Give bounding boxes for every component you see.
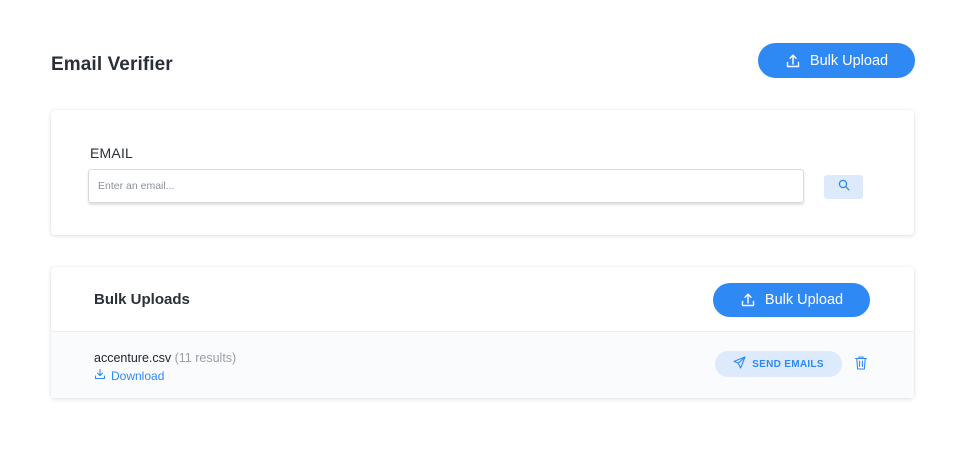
page-title: Email Verifier: [51, 54, 173, 75]
trash-icon: [854, 356, 868, 375]
file-info: accenture.csv (11 results): [94, 351, 236, 365]
search-button[interactable]: [824, 175, 863, 199]
upload-icon: [740, 292, 756, 308]
download-label: Download: [111, 368, 165, 383]
header-bulk-upload-button[interactable]: Bulk Upload: [758, 43, 915, 78]
email-label: EMAIL: [90, 145, 134, 161]
email-verifier-page: Email Verifier Bulk Upload EMAIL Bulk Up…: [0, 0, 960, 456]
bulk-uploads-title: Bulk Uploads: [94, 291, 190, 308]
upload-icon: [785, 53, 801, 69]
paper-plane-icon: [733, 356, 746, 372]
bulk-uploads-header: Bulk Uploads Bulk Upload: [51, 267, 914, 332]
file-name: accenture.csv: [94, 351, 172, 365]
file-results-count: (11 results): [174, 351, 237, 365]
send-emails-label: SEND EMAILS: [752, 358, 824, 370]
bulk-uploads-card: Bulk Uploads Bulk Upload accenture.csv (…: [51, 267, 914, 398]
send-emails-button[interactable]: SEND EMAILS: [715, 351, 842, 377]
header-bulk-upload-label: Bulk Upload: [809, 52, 889, 69]
email-input[interactable]: [88, 169, 804, 203]
download-link[interactable]: Download: [94, 368, 164, 383]
download-icon: [94, 368, 106, 383]
card-bulk-upload-label: Bulk Upload: [764, 292, 844, 308]
upload-row: accenture.csv (11 results) Download SEND…: [51, 332, 914, 398]
search-icon: [838, 178, 850, 196]
delete-button[interactable]: [854, 355, 868, 371]
email-search-card: EMAIL: [51, 110, 914, 235]
card-bulk-upload-button[interactable]: Bulk Upload: [713, 283, 870, 317]
